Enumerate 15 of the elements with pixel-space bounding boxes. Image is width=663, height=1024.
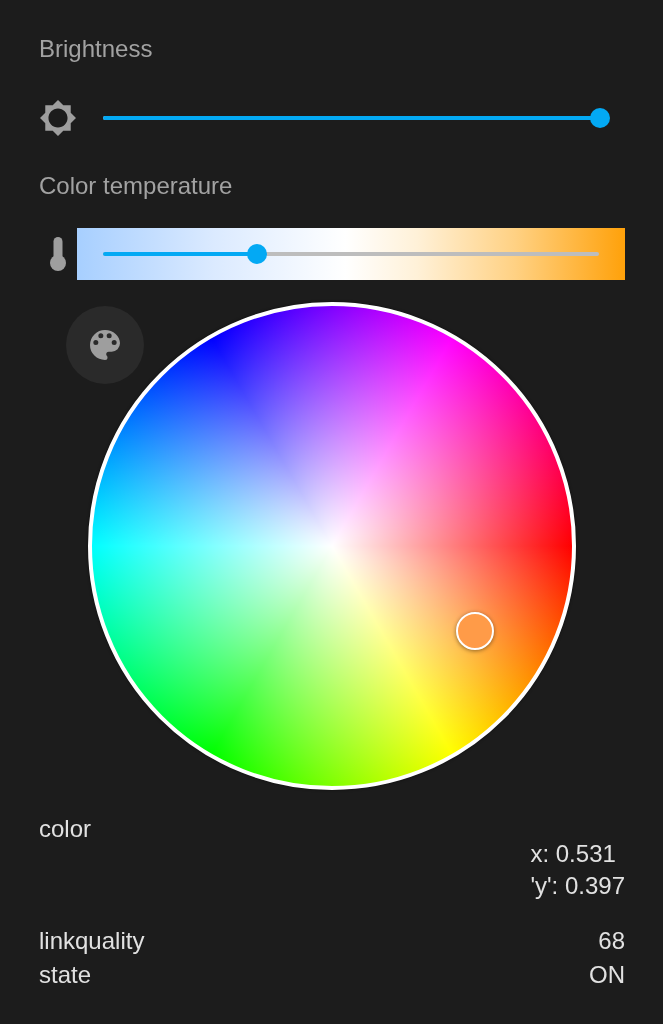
attribute-value: x: 0.531 (530, 841, 617, 867)
slider-thumb[interactable] (246, 244, 267, 264)
attribute-name: linkquality (39, 927, 145, 955)
color-wheel-handle[interactable] (456, 611, 495, 650)
attribute-value: 'y': 0.397 (530, 873, 625, 899)
palette-icon (90, 330, 120, 360)
attribute-name: state (39, 961, 92, 989)
slider-label: Brightness (39, 35, 153, 63)
thermometer-icon (50, 237, 66, 271)
slider-label: Color temperature (39, 172, 233, 200)
attribute-value: 68 (598, 927, 625, 955)
attribute-value: ON (589, 961, 625, 989)
slider-thumb[interactable] (590, 108, 610, 128)
attribute-name: color (39, 817, 92, 841)
sun-icon (40, 100, 76, 136)
